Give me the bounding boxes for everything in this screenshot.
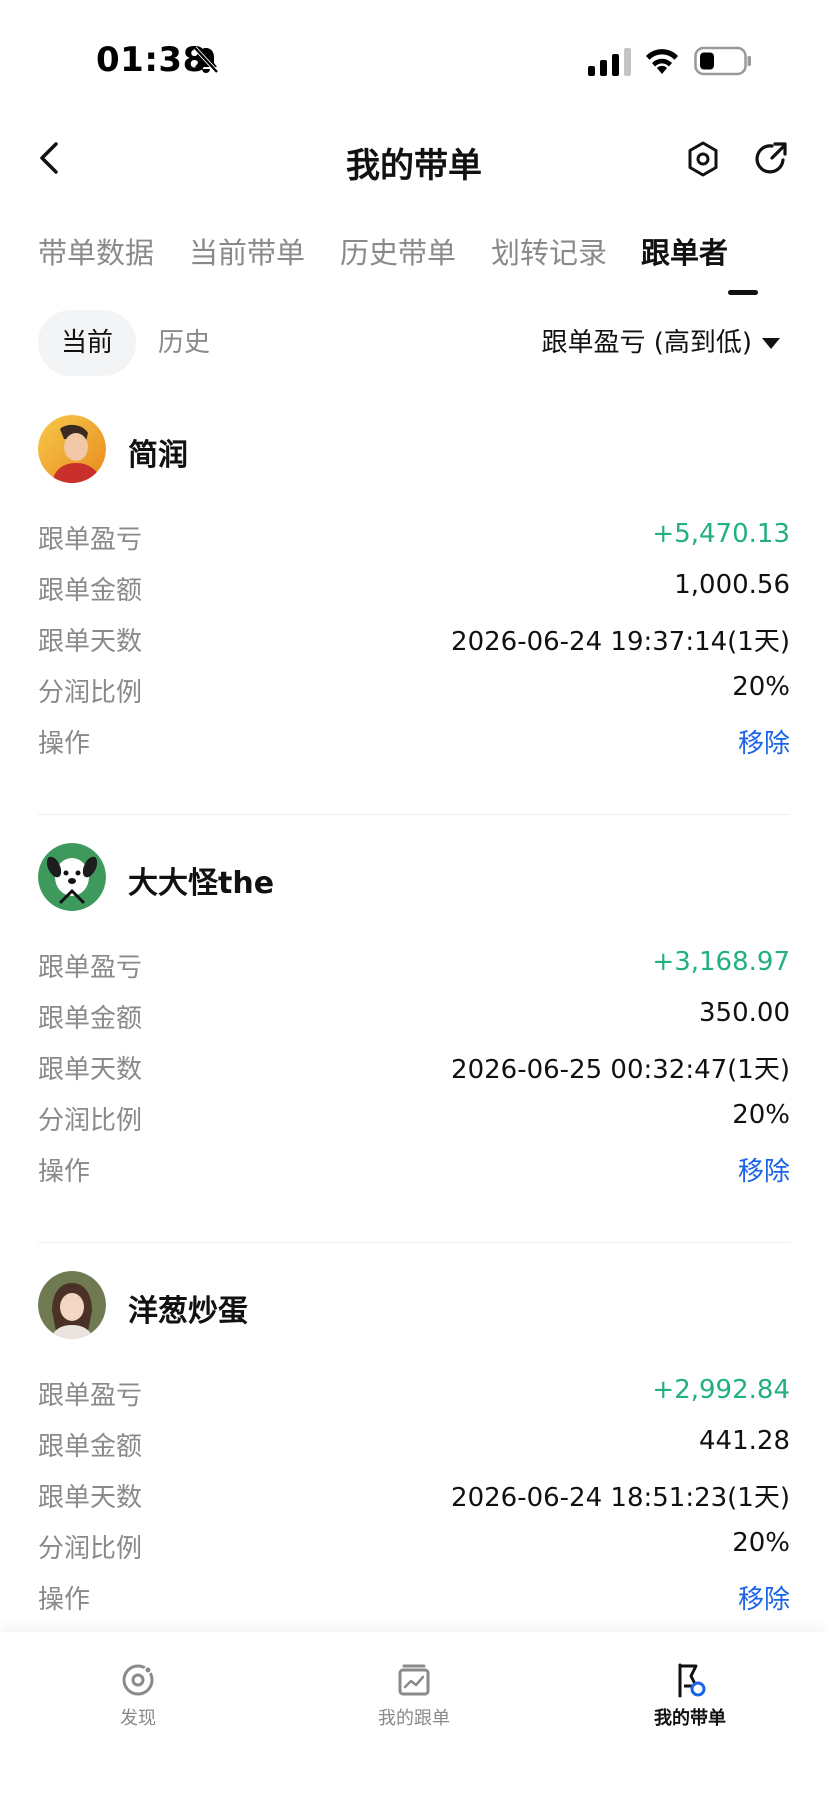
days-row: 跟单天数 2026-06-25 00:32:47(1天) — [38, 1045, 790, 1089]
share-icon[interactable] — [754, 140, 788, 176]
bottom-nav-label: 发现 — [120, 1708, 156, 1729]
share-ratio-value: 20% — [732, 1100, 790, 1130]
days-value: 2026-06-24 19:37:14(1天) — [451, 627, 790, 657]
tab-bar: 带单数据 当前带单 历史带单 划转记录 跟单者 — [38, 230, 828, 300]
share-ratio-value: 20% — [732, 1528, 790, 1558]
filter-history[interactable]: 历史 — [158, 310, 210, 376]
amount-value: 350.00 — [699, 998, 790, 1028]
days-value: 2026-06-25 00:32:47(1天) — [451, 1055, 790, 1085]
action-row: 操作 移除 — [38, 1147, 790, 1191]
caret-down-icon — [762, 338, 780, 349]
wifi-icon — [646, 49, 678, 74]
bell-muted-icon — [193, 46, 219, 74]
days-value: 2026-06-24 18:51:23(1天) — [451, 1483, 790, 1513]
filter-current-pill[interactable]: 当前 — [38, 310, 136, 376]
share-ratio-row: 分润比例 20% — [38, 1096, 790, 1140]
row-label: 跟单盈亏 — [38, 525, 143, 555]
tab-active-indicator — [728, 290, 758, 295]
battery-icon — [694, 46, 751, 76]
amount-row: 跟单金额 350.00 — [38, 994, 790, 1038]
bottom-nav-label: 我的跟单 — [378, 1708, 450, 1729]
share-ratio-value: 20% — [732, 672, 790, 702]
bottom-nav: 发现 我的跟单 我的带单 — [0, 1632, 828, 1800]
signal-icon — [588, 48, 631, 76]
row-label: 跟单金额 — [38, 1004, 143, 1034]
flag-badge-icon — [678, 1663, 706, 1698]
share-ratio-row: 分润比例 20% — [38, 1524, 790, 1568]
profit-row: 跟单盈亏 +2,992.84 — [38, 1371, 790, 1415]
divider — [38, 1242, 790, 1243]
row-label: 操作 — [38, 729, 91, 759]
tab-transfer-records[interactable]: 划转记录 — [491, 230, 607, 272]
profit-value: +2,992.84 — [652, 1375, 790, 1405]
share-ratio-row: 分润比例 20% — [38, 668, 790, 712]
avatar — [38, 843, 106, 911]
nav-header: 我的带单 — [0, 120, 828, 200]
follower-name: 简润 — [128, 438, 188, 473]
row-label: 分润比例 — [38, 678, 143, 708]
chart-card-icon — [398, 1664, 430, 1696]
profit-row: 跟单盈亏 +5,470.13 — [38, 515, 790, 559]
row-label: 跟单天数 — [38, 1483, 143, 1513]
row-label: 操作 — [38, 1585, 91, 1615]
tab-history-lead[interactable]: 历史带单 — [340, 230, 456, 272]
remove-button[interactable]: 移除 — [738, 1579, 790, 1616]
days-row: 跟单天数 2026-06-24 18:51:23(1天) — [38, 1473, 790, 1517]
sort-dropdown[interactable]: 跟单盈亏 (高到低) — [541, 310, 780, 376]
days-row: 跟单天数 2026-06-24 19:37:14(1天) — [38, 617, 790, 661]
bottom-nav-label: 我的带单 — [654, 1708, 726, 1729]
tab-current-lead[interactable]: 当前带单 — [189, 230, 305, 272]
row-label: 跟单天数 — [38, 1055, 143, 1085]
bottom-nav-discover[interactable]: 发现 — [58, 1662, 218, 1730]
status-bar: 01:38 — [0, 0, 828, 120]
row-label: 跟单天数 — [38, 627, 143, 657]
avatar — [38, 1271, 106, 1339]
profit-value: +5,470.13 — [652, 519, 790, 549]
bottom-nav-my-follow[interactable]: 我的跟单 — [334, 1662, 494, 1730]
filter-row: 当前 历史 跟单盈亏 (高到低) — [0, 310, 828, 380]
amount-row: 跟单金额 1,000.56 — [38, 566, 790, 610]
action-row: 操作 移除 — [38, 1575, 790, 1619]
follower-card: 简润 跟单盈亏 +5,470.13 跟单金额 1,000.56 跟单天数 2026-0… — [0, 410, 828, 820]
divider — [38, 814, 790, 815]
avatar — [38, 415, 106, 483]
sort-label: 跟单盈亏 (高到低) — [541, 328, 752, 358]
action-row: 操作 移除 — [38, 719, 790, 763]
remove-button[interactable]: 移除 — [738, 1151, 790, 1188]
settings-icon[interactable] — [686, 140, 720, 178]
row-label: 分润比例 — [38, 1534, 143, 1564]
follower-name: 大大怪the — [128, 866, 275, 901]
follower-card: 大大怪the 跟单盈亏 +3,168.97 跟单金额 350.00 跟单天数 2026… — [0, 838, 828, 1248]
follower-card: 洋葱炒蛋 跟单盈亏 +2,992.84 跟单金额 441.28 跟单天数 2026-0… — [0, 1266, 828, 1676]
row-label: 跟单金额 — [38, 1432, 143, 1462]
follower-name: 洋葱炒蛋 — [128, 1294, 248, 1329]
tab-lead-data[interactable]: 带单数据 — [38, 230, 154, 272]
amount-value: 441.28 — [699, 1426, 790, 1456]
row-label: 跟单金额 — [38, 576, 143, 606]
profit-value: +3,168.97 — [652, 947, 790, 977]
discover-icon — [122, 1664, 154, 1696]
remove-button[interactable]: 移除 — [738, 723, 790, 760]
row-label: 分润比例 — [38, 1106, 143, 1136]
row-label: 跟单盈亏 — [38, 1381, 143, 1411]
amount-row: 跟单金额 441.28 — [38, 1422, 790, 1466]
bottom-nav-my-lead[interactable]: 我的带单 — [610, 1662, 770, 1730]
tab-followers[interactable]: 跟单者 — [641, 230, 728, 272]
row-label: 操作 — [38, 1157, 91, 1187]
row-label: 跟单盈亏 — [38, 953, 143, 983]
amount-value: 1,000.56 — [674, 570, 790, 600]
profit-row: 跟单盈亏 +3,168.97 — [38, 943, 790, 987]
